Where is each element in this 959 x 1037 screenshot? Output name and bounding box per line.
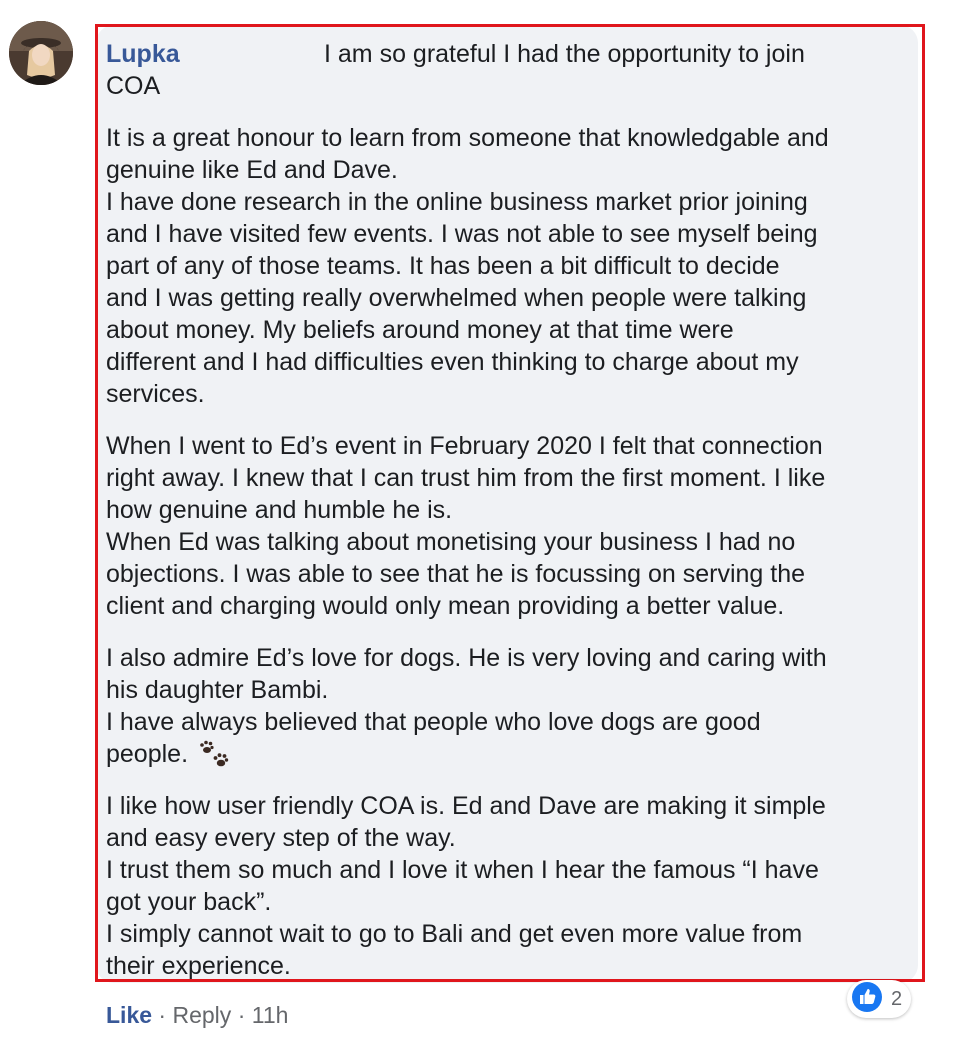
comment-author[interactable]: Lupka [106, 38, 324, 70]
paw-prints-icon [198, 740, 232, 778]
comment-line: about money. My beliefs around money at … [106, 316, 734, 344]
comment-line: client and charging would only mean prov… [106, 592, 785, 620]
comment-line: I have always believed that people who l… [106, 708, 761, 736]
comment-line: It is a great honour to learn from someo… [106, 124, 829, 152]
comment-line: services. [106, 380, 205, 408]
comment-line: and easy every step of the way. [106, 824, 456, 852]
comment-body: Lupka I am so grateful I had the opportun… [106, 38, 906, 982]
comment-line: people. [106, 740, 189, 768]
comment-line: different and I had difficulties even th… [106, 348, 799, 376]
timestamp[interactable]: 11h [252, 1002, 289, 1028]
comment-line: I am so grateful I had the opportunity t… [324, 40, 805, 68]
comment-line: how genuine and humble he is. [106, 496, 453, 524]
comment-line: objections. I was able to see that he is… [106, 560, 806, 588]
comment-line: genuine like Ed and Dave. [106, 156, 398, 184]
reaction-count: 2 [891, 987, 903, 1010]
comment-line: got your back”. [106, 888, 272, 916]
avatar[interactable] [9, 21, 73, 85]
comment-line: his daughter Bambi. [106, 676, 329, 704]
comment-line: their experience. [106, 952, 291, 980]
reaction-summary[interactable]: 2 [847, 980, 911, 1018]
comment-line: I trust them so much and I love it when … [106, 856, 819, 884]
comment-line: When Ed was talking about monetising you… [106, 528, 796, 556]
comment-line: I like how user friendly COA is. Ed and … [106, 792, 826, 820]
comment-line: I also admire Ed’s love for dogs. He is … [106, 644, 827, 672]
comment-line: I have done research in the online busin… [106, 188, 808, 216]
comment-line: COA [106, 72, 161, 100]
comment-line: and I was getting really overwhelmed whe… [106, 284, 807, 312]
bubble-edge [918, 25, 928, 983]
comment-line: When I went to Ed’s event in February 20… [106, 432, 823, 460]
comment-line: right away. I knew that I can trust him … [106, 464, 826, 492]
like-link[interactable]: Like [106, 1002, 152, 1028]
comment-line: part of any of those teams. It has been … [106, 252, 780, 280]
thumbs-up-icon [851, 981, 883, 1018]
comment-actions: Like · Reply · 11h [106, 1001, 288, 1029]
separator: · [158, 1002, 167, 1028]
comment-line: I simply cannot wait to go to Bali and g… [106, 920, 803, 948]
comment-line: and I have visited few events. I was not… [106, 220, 818, 248]
separator: · [237, 1002, 246, 1028]
reply-link[interactable]: Reply [172, 1002, 231, 1028]
